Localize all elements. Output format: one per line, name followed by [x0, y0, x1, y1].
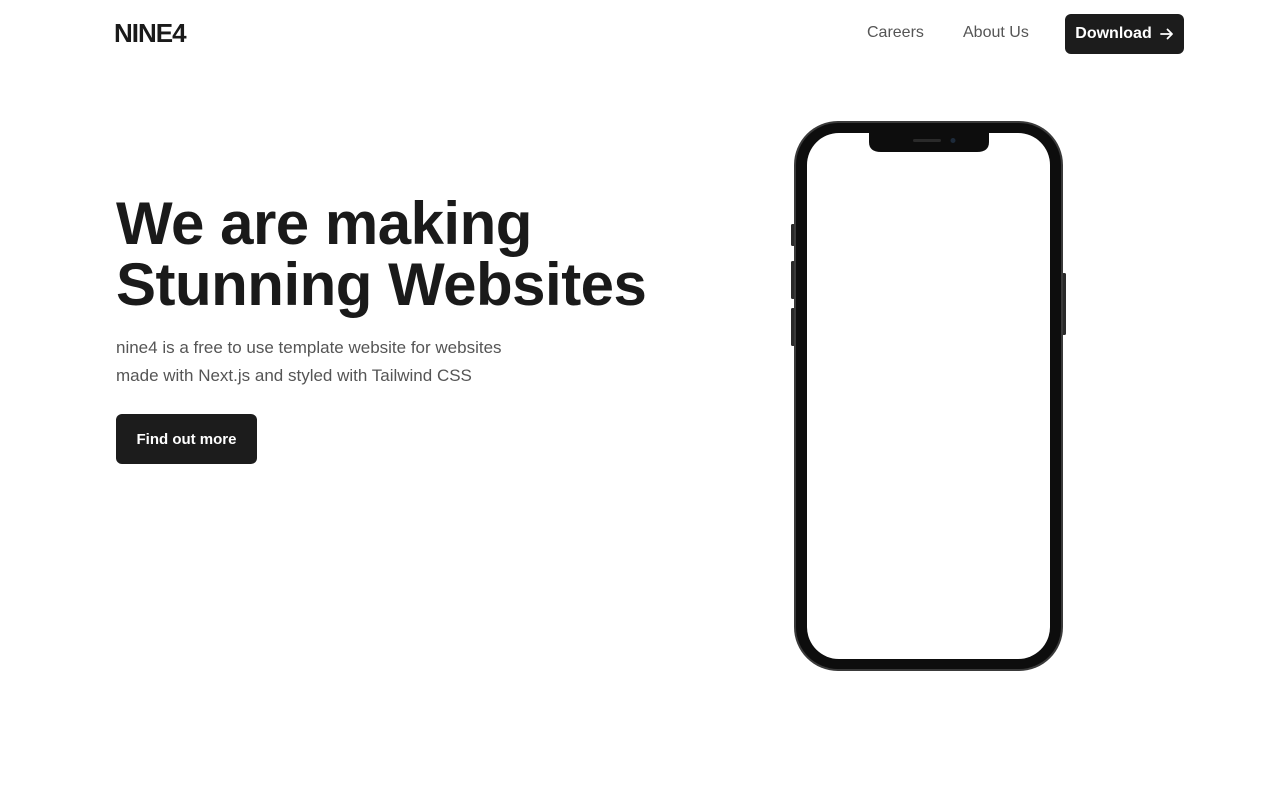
- hero-title-line-2: Stunning Websites: [116, 251, 647, 318]
- nav-link-careers[interactable]: Careers: [867, 22, 924, 44]
- site-header: NINE4 Careers About Us Download: [0, 0, 1280, 68]
- download-button[interactable]: Download: [1065, 14, 1184, 54]
- phone-mockup-image: [791, 120, 1066, 672]
- page: NINE4 Careers About Us Download We are m…: [0, 0, 1280, 800]
- hero-subtitle-line-2: made with Next.js and styled with Tailwi…: [116, 366, 472, 385]
- arrow-right-icon: [1159, 27, 1174, 41]
- download-button-label: Download: [1075, 25, 1152, 42]
- logo[interactable]: NINE4: [114, 17, 187, 49]
- hero-subtitle-line-1: nine4 is a free to use template website …: [116, 338, 502, 357]
- nav-link-about-us[interactable]: About Us: [963, 22, 1029, 44]
- hero-subtitle: nine4 is a free to use template website …: [116, 334, 576, 390]
- hero-title-line-1: We are making: [116, 190, 532, 257]
- hero-title: We are making Stunning Websites: [116, 190, 647, 318]
- find-out-more-button[interactable]: Find out more: [116, 414, 257, 464]
